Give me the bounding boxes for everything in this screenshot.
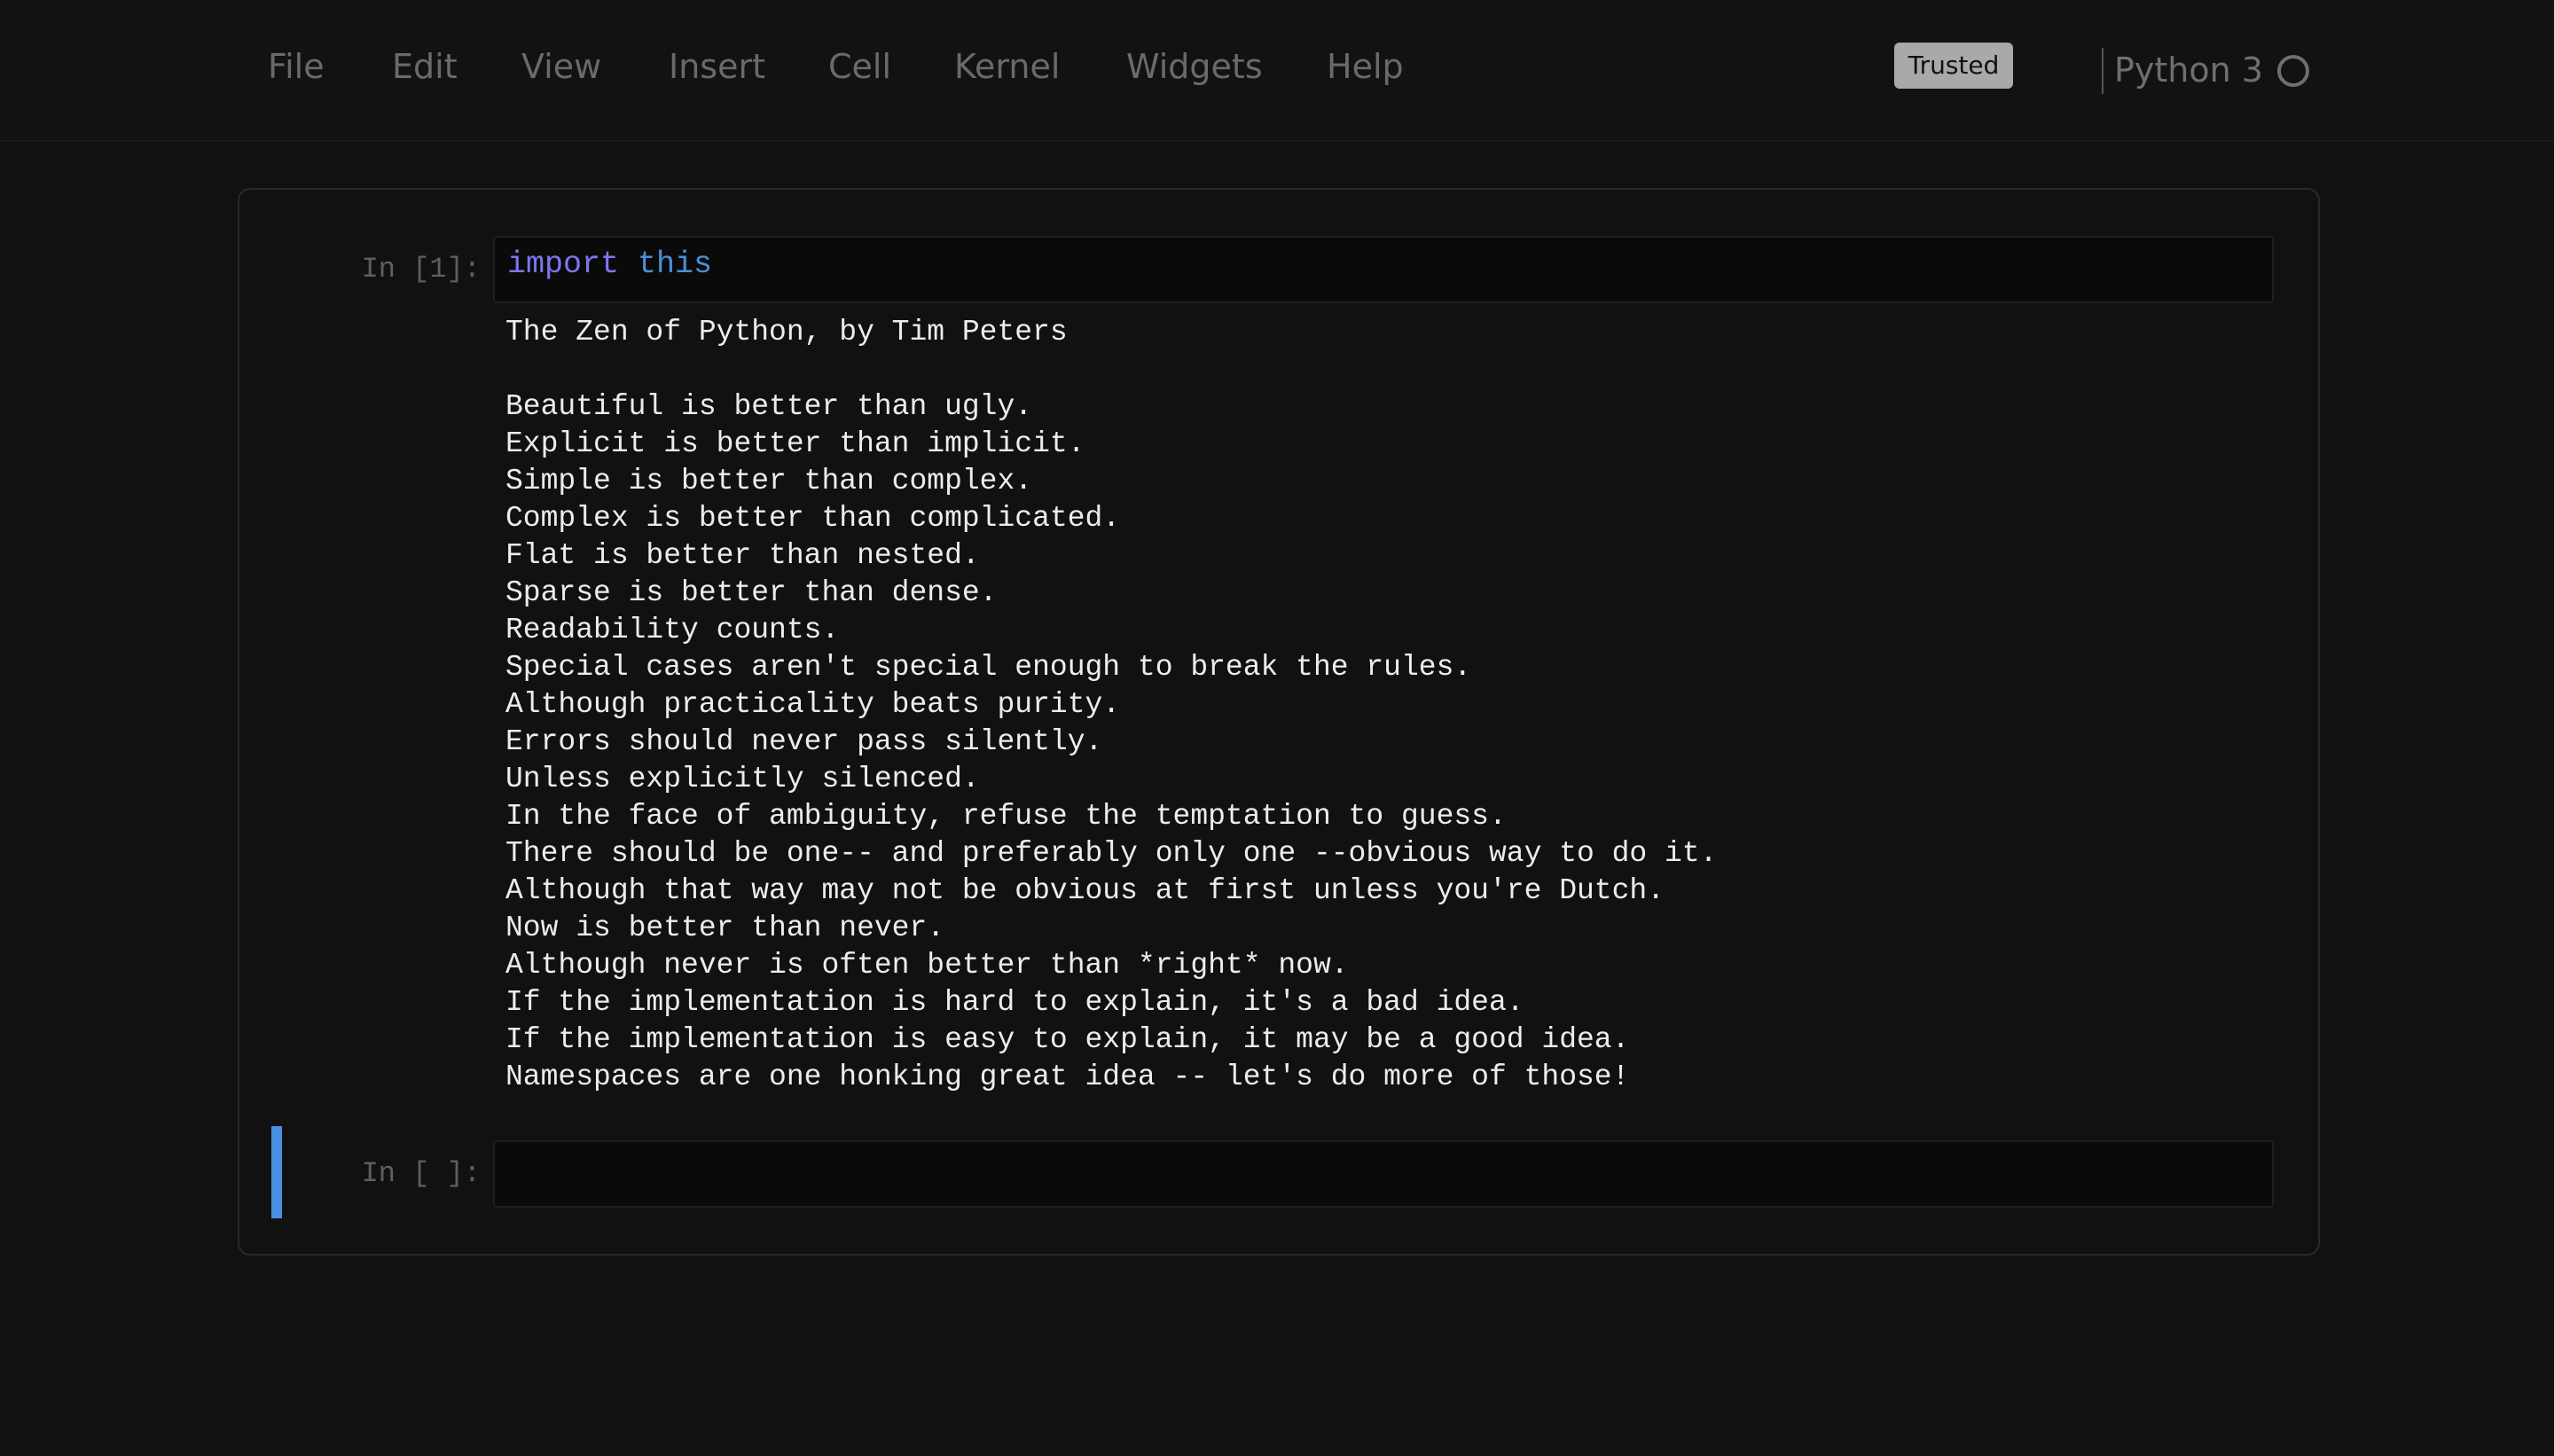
menubar: File Edit View Insert Cell Kernel Widget…	[0, 0, 2554, 142]
output-line: The Zen of Python, by Tim Peters	[505, 316, 1068, 348]
menu-cell[interactable]: Cell	[828, 46, 891, 87]
code-module: this	[638, 247, 713, 282]
output-line: Sparse is better than dense.	[505, 576, 998, 609]
output-line: If the implementation is easy to explain…	[505, 1023, 1630, 1056]
output-line: Namespaces are one honking great idea --…	[505, 1061, 1630, 1093]
output-line: Readability counts.	[505, 614, 840, 646]
menu-view[interactable]: View	[521, 46, 601, 87]
trusted-badge[interactable]: Trusted	[1894, 43, 2013, 89]
output-line: In the face of ambiguity, refuse the tem…	[505, 800, 1507, 833]
kernel-name[interactable]: Python 3	[2114, 50, 2263, 90]
code-keyword: import	[507, 247, 620, 282]
output-line: Unless explicitly silenced.	[505, 763, 980, 795]
output-line: There should be one-- and preferably onl…	[505, 837, 1718, 870]
menu-widgets[interactable]: Widgets	[1126, 46, 1263, 87]
cell-1-input[interactable]: import this	[493, 236, 2274, 303]
cell-1-code: import this	[507, 247, 712, 282]
output-line: Although practicality beats purity.	[505, 688, 1121, 721]
menu-insert[interactable]: Insert	[669, 46, 765, 87]
output-line: Now is better than never.	[505, 912, 945, 944]
cell-2-prompt: In [ ]:	[361, 1157, 481, 1190]
cell-1-output: The Zen of Python, by Tim Peters Beautif…	[505, 314, 1717, 1096]
output-line: Errors should never pass silently.	[505, 725, 1103, 758]
output-line: If the implementation is hard to explain…	[505, 986, 1524, 1019]
menu-edit[interactable]: Edit	[392, 46, 458, 87]
output-line: Complex is better than complicated.	[505, 502, 1121, 535]
menu-file[interactable]: File	[268, 46, 325, 87]
output-line: Although that way may not be obvious at …	[505, 874, 1665, 907]
output-line: Explicit is better than implicit.	[505, 427, 1085, 460]
output-line: Simple is better than complex.	[505, 465, 1033, 497]
menu-help[interactable]: Help	[1327, 46, 1404, 87]
output-line: Beautiful is better than ugly.	[505, 390, 1033, 423]
kernel-status-icon	[2277, 55, 2309, 87]
output-line: Although never is often better than *rig…	[505, 949, 1349, 982]
menu-kernel[interactable]: Kernel	[954, 46, 1060, 87]
cell-1-prompt: In [1]:	[361, 253, 481, 286]
output-line: Special cases aren't special enough to b…	[505, 651, 1472, 684]
kernel-divider	[2102, 48, 2104, 94]
cell-2-input[interactable]	[493, 1140, 2274, 1208]
output-line: Flat is better than nested.	[505, 539, 980, 572]
